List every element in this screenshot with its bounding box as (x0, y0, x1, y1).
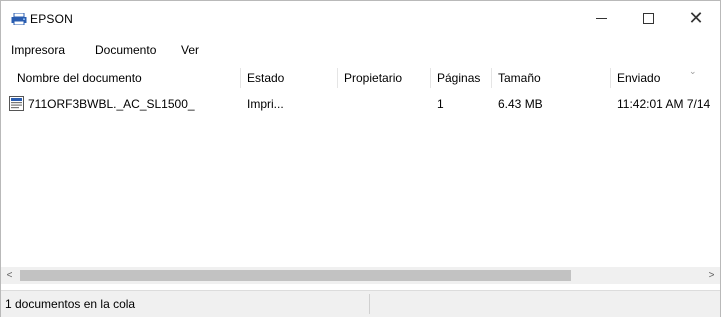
window-title: EPSON (30, 12, 74, 26)
horizontal-scrollbar[interactable]: < > (1, 267, 720, 284)
menu-documento[interactable]: Documento (95, 43, 156, 57)
maximize-icon (643, 13, 654, 24)
column-header-pages[interactable]: Páginas (433, 65, 489, 91)
column-divider[interactable] (610, 68, 611, 88)
close-button[interactable]: ✕ (673, 1, 719, 35)
sort-chevron-icon: ⌄ (689, 66, 697, 76)
minimize-icon (596, 18, 607, 19)
maximize-button[interactable] (625, 1, 671, 35)
scroll-left-icon[interactable]: < (1, 267, 18, 284)
printer-icon (11, 13, 27, 25)
status-bar: 1 documentos en la cola (1, 290, 720, 317)
column-divider[interactable] (491, 68, 492, 88)
minimize-button[interactable] (579, 1, 625, 35)
column-header-sent[interactable]: Enviado (613, 65, 720, 91)
cell-size: 6.43 MB (498, 97, 543, 111)
menu-impresora[interactable]: Impresora (11, 43, 65, 57)
close-icon: ✕ (688, 8, 704, 28)
column-header-owner[interactable]: Propietario (340, 65, 428, 91)
title-bar[interactable]: EPSON ✕ (1, 1, 720, 35)
queue-count-status: 1 documentos en la cola (5, 297, 136, 311)
cell-owner (344, 93, 428, 115)
column-header-name[interactable]: Nombre del documento (13, 65, 238, 91)
scrollbar-thumb[interactable] (20, 270, 571, 281)
column-divider[interactable] (430, 68, 431, 88)
column-divider[interactable] (240, 68, 241, 88)
print-job-list: Nombre del documento Estado Propietario … (1, 65, 720, 265)
column-header-size[interactable]: Tamaño (494, 65, 608, 91)
cell-status: Impri... (247, 97, 284, 111)
print-queue-window: EPSON ✕ Impresora Documento Ver Nombre d… (0, 0, 721, 317)
cell-sent: 11:42:01 AM 7/14 (617, 97, 711, 111)
document-icon (9, 96, 24, 111)
column-divider[interactable] (337, 68, 338, 88)
cell-document-name: 711ORF3BWBL._AC_SL1500_ (28, 97, 195, 111)
scroll-right-icon[interactable]: > (703, 267, 720, 284)
cell-pages: 1 (437, 97, 444, 111)
column-header-row: Nombre del documento Estado Propietario … (1, 65, 720, 91)
menu-ver[interactable]: Ver (181, 43, 199, 57)
column-header-status[interactable]: Estado (243, 65, 335, 91)
status-bar-divider (369, 294, 370, 314)
table-row[interactable]: 711ORF3BWBL._AC_SL1500_ Impri... 1 6.43 … (1, 93, 720, 115)
